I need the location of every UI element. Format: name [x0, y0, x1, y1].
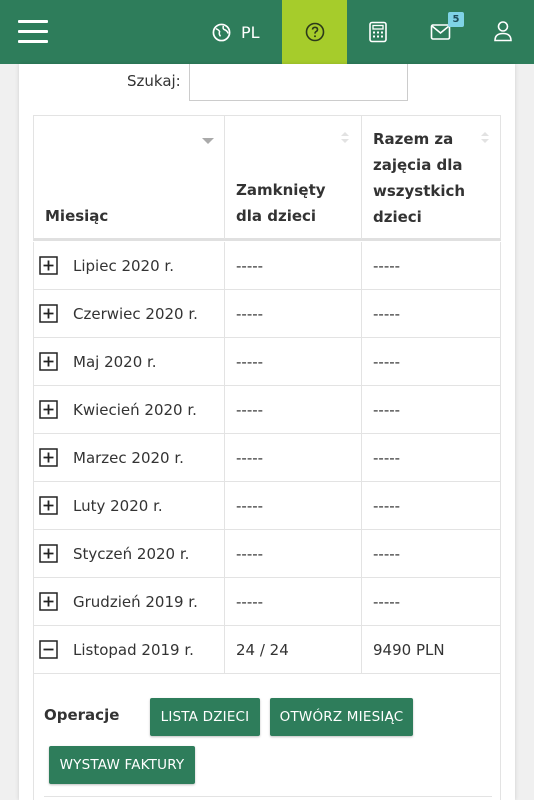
calculator-icon	[369, 21, 387, 43]
table-row[interactable]: Grudzień 2019 r. ----- -----	[33, 578, 501, 626]
search-label: Szukaj:	[127, 72, 181, 90]
column-header-total[interactable]: Razem za zajęcia dla wszystkich dzieci	[362, 116, 501, 239]
sort-icon	[341, 132, 349, 144]
table-row[interactable]: Kwiecień 2020 r. ----- -----	[33, 386, 501, 434]
closed-cell: -----	[225, 482, 362, 529]
month-cell: Maj 2020 r.	[34, 338, 225, 385]
month-label: Luty 2020 r.	[73, 496, 163, 515]
closed-cell: -----	[225, 386, 362, 433]
language-switcher[interactable]: PL	[212, 20, 260, 44]
help-button[interactable]	[282, 0, 347, 64]
month-cell: Listopad 2019 r.	[34, 626, 225, 673]
open-month-button[interactable]: OTWÓRZ MIESIĄC	[270, 698, 413, 736]
operations-panel: Operacje LISTA DZIECI OTWÓRZ MIESIĄC WYS…	[33, 674, 501, 800]
total-cell: -----	[373, 448, 401, 467]
menu-icon[interactable]	[18, 20, 48, 44]
closed-cell: -----	[225, 242, 362, 289]
search-input[interactable]	[189, 64, 408, 101]
expand-plus-icon[interactable]	[39, 544, 58, 563]
expand-plus-icon[interactable]	[39, 448, 58, 467]
column-header-closed[interactable]: Zamknięty dla dzieci	[225, 116, 362, 239]
closed-cell: -----	[225, 338, 362, 385]
month-cell: Lipiec 2020 r.	[34, 242, 225, 289]
column-header-month[interactable]: Miesiąc	[34, 116, 225, 239]
month-cell: Czerwiec 2020 r.	[34, 290, 225, 337]
total-cell: -----	[373, 400, 401, 419]
closed-cell: -----	[225, 530, 362, 577]
month-label: Grudzień 2019 r.	[73, 592, 198, 611]
month-label: Maj 2020 r.	[73, 352, 157, 371]
expand-plus-icon[interactable]	[39, 592, 58, 611]
table-header: Miesiąc Zamknięty dla dzieci Razem za za…	[33, 115, 501, 241]
user-icon	[494, 21, 512, 42]
list-children-button[interactable]: LISTA DZIECI	[150, 698, 260, 736]
calculator-button[interactable]	[367, 21, 389, 43]
table-body: Lipiec 2020 r. ----- ----- Czerwiec 2020…	[33, 242, 501, 674]
table-row[interactable]: Luty 2020 r. ----- -----	[33, 482, 501, 530]
total-cell: -----	[373, 544, 401, 563]
total-cell: -----	[373, 304, 401, 323]
user-account-button[interactable]	[493, 20, 515, 44]
top-navbar: PL 5	[0, 0, 534, 64]
expand-plus-icon[interactable]	[39, 256, 58, 275]
column-header-label: Miesiąc	[45, 207, 109, 225]
total-cell: -----	[373, 592, 401, 611]
column-header-label: Zamknięty dla dzieci	[236, 181, 326, 225]
column-header-label: Razem za zajęcia dla wszystkich dzieci	[373, 130, 466, 226]
total-cell: -----	[373, 256, 401, 275]
table-row[interactable]: Maj 2020 r. ----- -----	[33, 338, 501, 386]
closed-cell: -----	[225, 290, 362, 337]
total-cell: 9490 PLN	[373, 640, 445, 659]
closed-cell: -----	[225, 434, 362, 481]
month-label: Czerwiec 2020 r.	[73, 304, 198, 323]
expand-plus-icon[interactable]	[39, 400, 58, 419]
table-row[interactable]: Marzec 2020 r. ----- -----	[33, 434, 501, 482]
table-row[interactable]: Czerwiec 2020 r. ----- -----	[33, 290, 501, 338]
unread-messages-badge: 5	[448, 12, 464, 27]
month-label: Lipiec 2020 r.	[73, 256, 174, 275]
month-cell: Grudzień 2019 r.	[34, 578, 225, 625]
month-label: Listopad 2019 r.	[73, 640, 194, 659]
month-cell: Kwiecień 2020 r.	[34, 386, 225, 433]
table-row[interactable]: Listopad 2019 r. 24 / 24 9490 PLN	[33, 626, 501, 674]
total-cell: -----	[373, 496, 401, 515]
collapse-minus-icon[interactable]	[39, 640, 58, 659]
help-icon	[305, 22, 324, 42]
operations-label: Operacje	[44, 706, 120, 724]
sort-icon	[481, 132, 489, 144]
month-cell: Luty 2020 r.	[34, 482, 225, 529]
expand-plus-icon[interactable]	[39, 496, 58, 515]
table-row[interactable]: Lipiec 2020 r. ----- -----	[33, 242, 501, 290]
month-label: Kwiecień 2020 r.	[73, 400, 197, 419]
closed-cell: 24 / 24	[225, 626, 362, 673]
month-label: Styczeń 2020 r.	[73, 544, 190, 563]
globe-icon	[212, 23, 231, 41]
expand-plus-icon[interactable]	[39, 304, 58, 323]
sort-desc-icon	[202, 138, 214, 144]
total-cell: -----	[373, 352, 401, 371]
divider	[44, 796, 492, 797]
issue-invoices-button[interactable]: WYSTAW FAKTURY	[49, 746, 195, 784]
table-row[interactable]: Styczeń 2020 r. ----- -----	[33, 530, 501, 578]
expand-plus-icon[interactable]	[39, 352, 58, 371]
closed-cell: -----	[225, 578, 362, 625]
month-cell: Marzec 2020 r.	[34, 434, 225, 481]
month-label: Marzec 2020 r.	[73, 448, 184, 467]
month-cell: Styczeń 2020 r.	[34, 530, 225, 577]
language-label: PL	[241, 22, 260, 42]
